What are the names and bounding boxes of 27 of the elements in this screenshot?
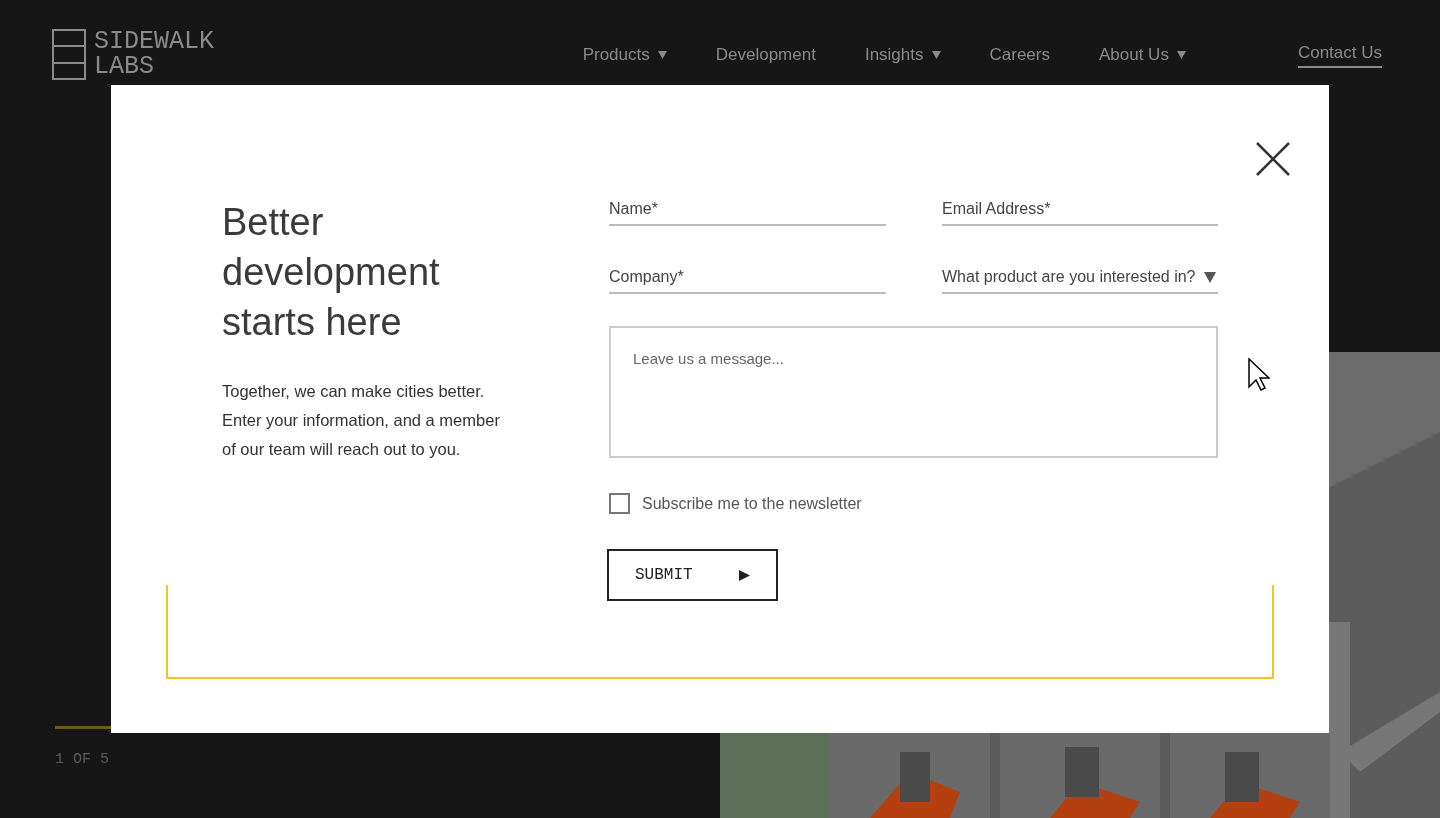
play-icon [739,569,750,581]
product-dropdown[interactable]: What product are you interested in? [942,262,1218,294]
message-field[interactable]: Leave us a message... [609,326,1218,458]
nav-link[interactable]: Products [582,45,667,65]
logo-icon [52,28,86,80]
text-field[interactable]: Company* [609,262,886,294]
caret-icon [931,51,941,59]
text-field[interactable]: Email Address* [942,194,1218,226]
caret-icon [1176,51,1186,59]
close-icon [1255,141,1291,177]
nav-link[interactable]: Development [715,45,816,65]
caret-icon [1204,271,1216,283]
close-button[interactable] [1255,141,1291,177]
contact-link[interactable]: Contact Us [1297,42,1382,68]
cursor-icon [1248,358,1270,391]
text-field[interactable]: Name* [609,194,886,226]
dialog-description: Together, we can make cities better. Enter your information, and a member of our team will reach out to you. [222,381,500,460]
nav-link[interactable]: Careers [989,45,1050,65]
newsletter-checkbox[interactable] [609,493,630,514]
slide-counter: 1 OF 5 [55,751,110,768]
checkbox-label: Subscribe me to the newsletter [642,494,862,513]
dialog-heading: Better development starts here [222,200,441,345]
logo-text: SIDEWALK LABS [94,29,215,79]
nav-link[interactable]: About Us [1098,45,1186,65]
caret-icon [657,51,667,59]
submit-button[interactable]: SUBMIT [607,549,778,601]
nav-link[interactable]: Insights [864,45,941,65]
